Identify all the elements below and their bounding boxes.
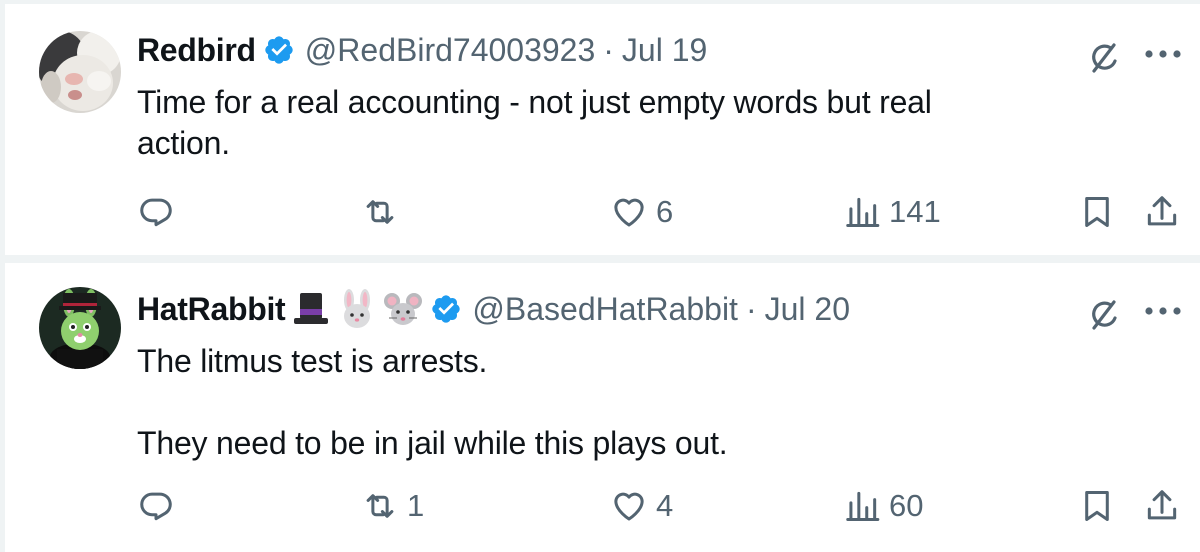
heart-icon	[614, 492, 644, 521]
retweet-icon	[366, 494, 394, 518]
retweet-button[interactable]: 1	[361, 484, 424, 528]
heart-icon	[614, 198, 644, 227]
bookmark-button[interactable]	[1078, 190, 1116, 234]
views-chart-icon	[846, 197, 880, 227]
tweet-header: Redbird @RedBird74003923 · Jul 19	[137, 30, 707, 70]
tweet-text: The litmus test is arrests. They need to…	[137, 343, 728, 461]
bookmark-button[interactable]	[1078, 484, 1116, 528]
share-icon	[1147, 490, 1177, 520]
more-options-icon[interactable]	[1143, 46, 1183, 62]
header-separator: ·	[745, 290, 757, 327]
top-hat-emoji-icon	[294, 293, 329, 324]
avatar[interactable]	[39, 287, 121, 369]
like-button[interactable]: 4	[610, 484, 673, 528]
rabbit-face-emoji-icon	[344, 289, 371, 328]
bookmark-icon	[1085, 491, 1109, 521]
retweet-icon	[366, 200, 394, 224]
tweet-text: Time for a real accounting - not just em…	[137, 84, 932, 161]
tweet[interactable]: HatRabbit @BasedHatRabbit · Jul 20 The l…	[0, 263, 1200, 552]
views-button[interactable]: 141	[843, 190, 941, 234]
like-count: 6	[656, 194, 674, 229]
tweet-date[interactable]: Jul 20	[765, 291, 850, 328]
share-icon	[1147, 196, 1177, 226]
retweet-count: 1	[407, 488, 425, 523]
share-button[interactable]	[1143, 190, 1181, 234]
share-button[interactable]	[1143, 484, 1181, 528]
view-count: 60	[889, 488, 924, 523]
reply-icon	[140, 492, 172, 521]
rabbit-in-hat-avatar-icon	[39, 287, 121, 369]
verified-badge-icon	[265, 36, 293, 64]
cat-avatar-icon	[39, 31, 121, 113]
reply-button[interactable]	[137, 190, 183, 234]
grok-icon[interactable]	[1084, 293, 1126, 335]
like-count: 4	[656, 488, 674, 523]
reply-button[interactable]	[137, 484, 183, 528]
grok-icon[interactable]	[1084, 36, 1126, 78]
tweet-divider	[0, 255, 1200, 263]
views-chart-icon	[846, 491, 880, 521]
header-separator: ·	[603, 31, 614, 68]
verified-badge-icon	[432, 295, 461, 323]
author-handle[interactable]: @RedBird74003923	[305, 32, 595, 69]
tweet-actions: 1 4 60	[0, 484, 1200, 528]
tweet-actions: 6 141	[0, 190, 1200, 234]
tweet-header: HatRabbit @BasedHatRabbit · Jul 20	[137, 289, 850, 329]
view-count: 141	[889, 194, 941, 229]
reply-icon	[140, 198, 172, 227]
like-button[interactable]: 6	[610, 190, 673, 234]
more-options-icon[interactable]	[1143, 303, 1183, 319]
bookmark-icon	[1085, 197, 1109, 227]
tweet[interactable]: Redbird @RedBird74003923 · Jul 19 Time f…	[0, 4, 1200, 255]
author-name[interactable]: HatRabbit	[137, 291, 286, 328]
views-button[interactable]: 60	[843, 484, 923, 528]
author-name[interactable]: Redbird	[137, 32, 256, 69]
avatar[interactable]	[39, 31, 121, 113]
retweet-button[interactable]	[361, 190, 407, 234]
tweet-date[interactable]: Jul 19	[622, 32, 707, 69]
author-handle[interactable]: @BasedHatRabbit	[472, 291, 738, 328]
mouse-face-emoji-icon	[384, 293, 423, 325]
